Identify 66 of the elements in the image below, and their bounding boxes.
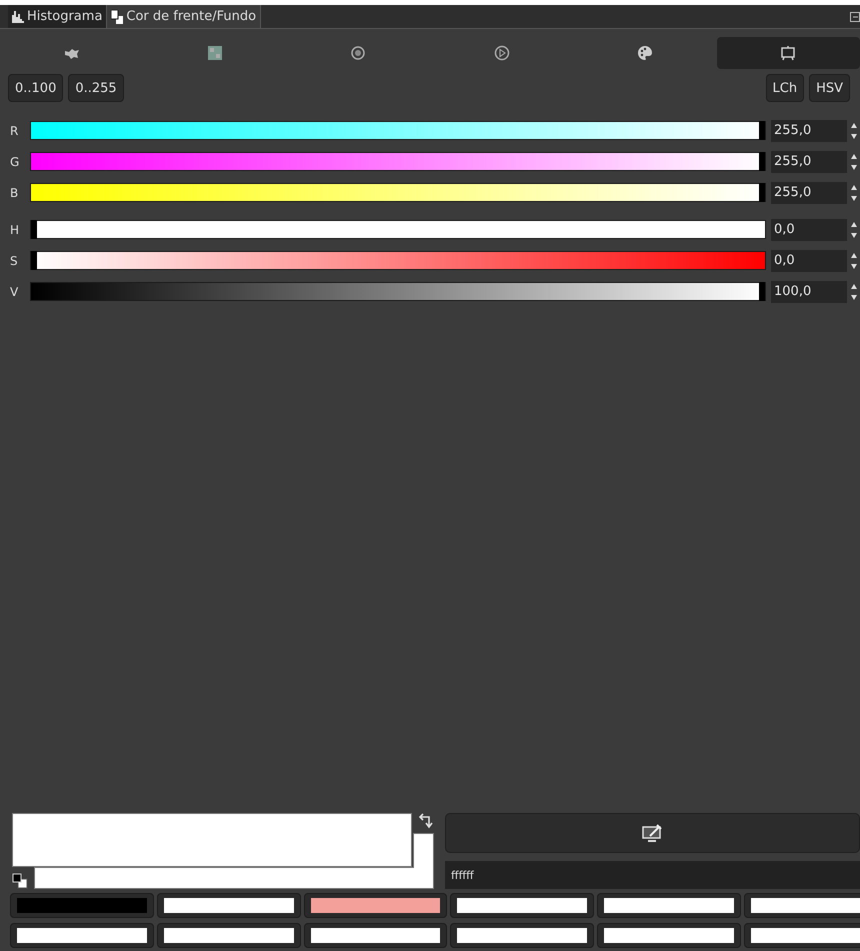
history-color-button[interactable] [597, 893, 742, 918]
spinner-arrows-icon[interactable] [850, 182, 858, 202]
history-color-button[interactable] [156, 893, 301, 918]
background-swatch[interactable] [34, 833, 434, 889]
history-color-button[interactable] [744, 923, 860, 948]
history-color-button[interactable] [156, 923, 301, 948]
value-field[interactable]: 0,0 [771, 218, 847, 240]
history-color-button[interactable] [304, 893, 448, 918]
palette-icon [636, 45, 653, 61]
histogram-icon [12, 10, 24, 22]
value-field[interactable]: 0,0 [771, 250, 847, 272]
slider-thumb[interactable] [759, 282, 765, 301]
slider-track[interactable] [30, 183, 766, 202]
spinner-arrows-icon[interactable] [850, 282, 858, 302]
value-field[interactable]: 255,0 [771, 182, 847, 204]
circle-icon [350, 45, 366, 61]
slider-track[interactable] [30, 152, 766, 171]
play-circle-icon [494, 45, 510, 61]
channel-label: B [10, 186, 20, 200]
tab-label: Cor de frente/Fundo [126, 9, 256, 24]
overlapping-squares-icon [111, 10, 124, 24]
color-picker-button[interactable] [445, 813, 860, 853]
slider-track[interactable] [30, 251, 766, 270]
value-field[interactable]: 255,0 [771, 120, 847, 142]
grid-swatch-icon [206, 45, 223, 61]
channel-label: V [10, 284, 20, 298]
dock-tab[interactable]: Histograma [8, 5, 108, 28]
spinner-arrows-icon[interactable] [850, 120, 858, 140]
foreground-swatch[interactable] [12, 813, 412, 867]
hex-field[interactable]: ffffff [445, 861, 860, 889]
dock-menu-icon[interactable] [850, 12, 860, 22]
history-color-button[interactable] [304, 923, 448, 948]
spinner-arrows-icon[interactable] [850, 152, 858, 172]
slider-thumb[interactable] [31, 220, 37, 239]
slider-thumb[interactable] [759, 152, 765, 171]
spinner-arrows-icon[interactable] [850, 250, 858, 270]
channel-label: H [10, 222, 20, 236]
history-color-button[interactable] [597, 923, 742, 948]
default-colors-icon[interactable] [12, 873, 28, 889]
channel-label: S [10, 254, 19, 268]
model-button[interactable]: HSV [809, 74, 850, 102]
slider-track[interactable] [30, 282, 766, 301]
range-button[interactable]: 0..100 [8, 74, 64, 102]
history-color-button[interactable] [450, 923, 594, 948]
channel-label: R [10, 124, 20, 138]
slider-thumb[interactable] [31, 251, 37, 270]
eyedropper-monitor-icon [642, 823, 664, 843]
history-color-button[interactable] [744, 893, 860, 918]
swap-arrows-icon[interactable] [419, 813, 433, 829]
slider-thumb[interactable] [759, 183, 765, 202]
range-button[interactable]: 0..255 [68, 74, 124, 102]
easel-icon [780, 45, 796, 61]
slider-track[interactable] [30, 220, 766, 239]
history-color-button[interactable] [10, 893, 154, 918]
history-color-button[interactable] [450, 893, 594, 918]
channel-label: G [10, 154, 20, 168]
value-field[interactable]: 100,0 [771, 280, 847, 302]
dock-tab[interactable]: Cor de frente/Fundo [107, 5, 262, 28]
spinner-arrows-icon[interactable] [850, 220, 858, 240]
history-color-button[interactable] [10, 923, 154, 948]
slider-thumb[interactable] [759, 121, 765, 140]
color-selector-tab[interactable] [716, 37, 860, 69]
value-field[interactable]: 255,0 [771, 150, 847, 172]
model-button[interactable]: LCh [766, 74, 804, 102]
slider-track[interactable] [30, 121, 766, 140]
tab-label: Histograma [27, 9, 102, 24]
